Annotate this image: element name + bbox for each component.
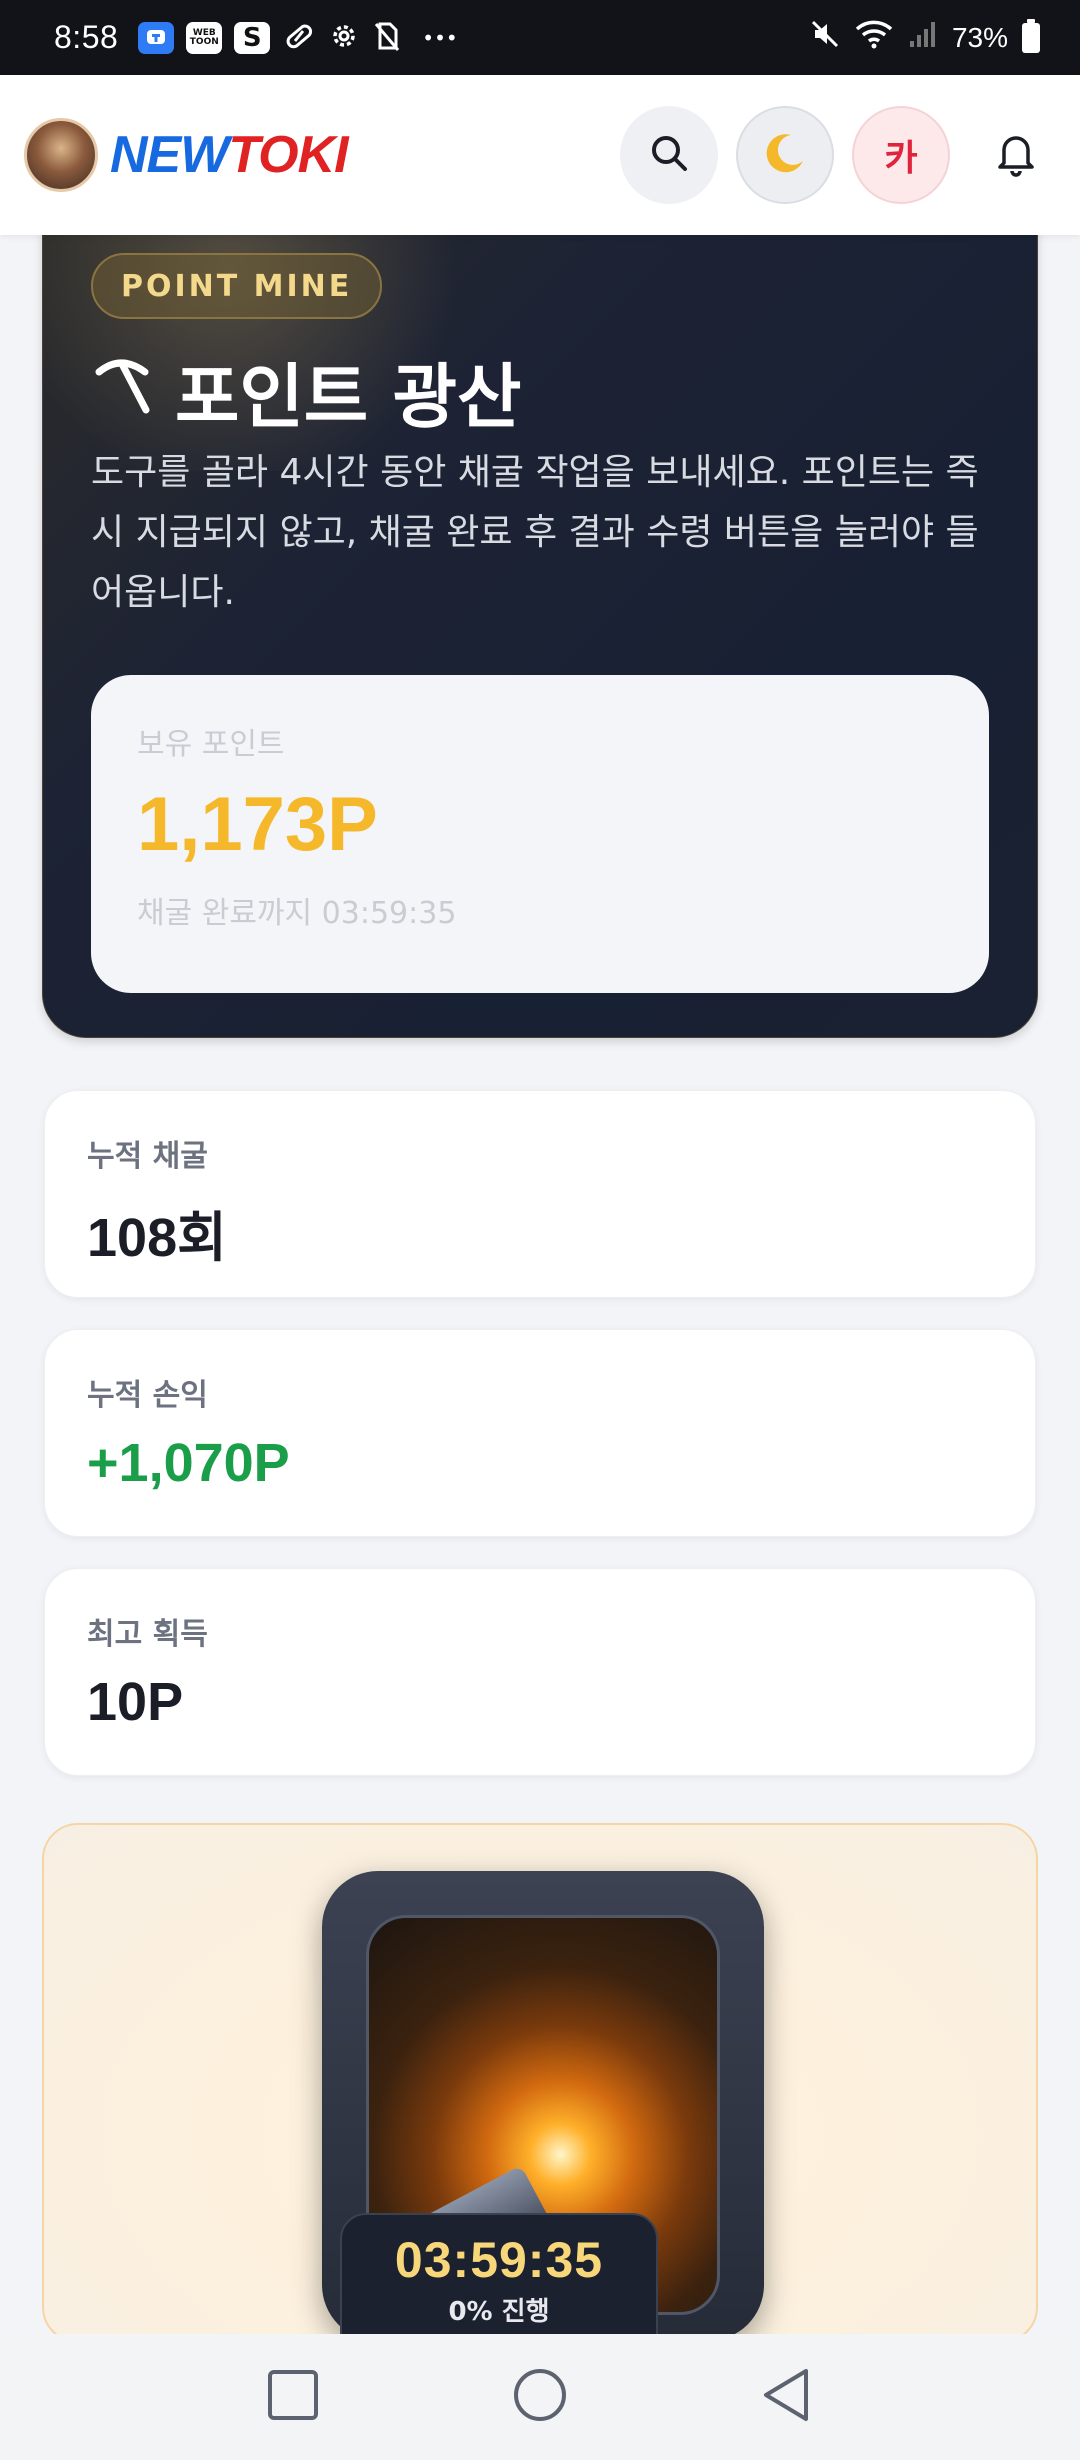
point-mine-badge: POINT MINE xyxy=(91,253,383,319)
point-mine-hero: POINT MINE 포인트 광산 도구를 골라 4시간 동안 채굴 작업을 보… xyxy=(42,150,1038,1038)
no-sim-icon xyxy=(372,20,402,56)
status-bar: 8:58 WEB TOON S ••• 73% xyxy=(0,0,1080,75)
page-title: 포인트 광산 xyxy=(91,341,521,442)
stat-value: +1,070P xyxy=(87,1433,290,1493)
kakao-button[interactable]: 카 xyxy=(852,106,950,204)
battery-icon xyxy=(1022,18,1040,53)
moon-icon xyxy=(761,129,809,181)
hero-description: 도구를 골라 4시간 동안 채굴 작업을 보내세요. 포인트는 즉시 지급되지 … xyxy=(91,452,979,613)
more-icon: ••• xyxy=(422,25,458,50)
brand-part-new: NEW xyxy=(110,126,229,184)
stat-card-total-mining: 누적 채굴 108회 xyxy=(44,1090,1036,1298)
s-app-icon: S xyxy=(234,21,271,54)
status-time: 8:58 xyxy=(54,19,119,55)
search-icon xyxy=(648,132,690,178)
pickaxe-icon xyxy=(91,351,153,433)
mining-timer: 03:59:35 0% 진행 xyxy=(340,2213,658,2343)
mining-timer-value: 03:59:35 xyxy=(394,2232,604,2288)
stat-label: 누적 손익 xyxy=(87,1378,208,1413)
mining-countdown-text: 채굴 완료까지 03:59:35 xyxy=(137,896,457,931)
stat-card-total-profit: 누적 손익 +1,070P xyxy=(44,1329,1036,1537)
back-button[interactable] xyxy=(760,2367,814,2427)
notification-icons: WEB TOON S ••• xyxy=(138,19,458,57)
notifications-button[interactable] xyxy=(976,106,1056,204)
stat-value: 108회 xyxy=(87,1208,227,1268)
battery-percent: 73% xyxy=(951,21,1008,53)
search-button[interactable] xyxy=(620,106,718,204)
talk-app-icon xyxy=(138,21,175,54)
dark-mode-toggle[interactable] xyxy=(736,106,834,204)
points-label: 보유 포인트 xyxy=(137,727,285,762)
signal-icon xyxy=(908,19,938,56)
wifi-icon xyxy=(854,19,894,56)
app-header: NEWTOKI 카 xyxy=(0,75,1080,235)
logo-avatar[interactable] xyxy=(24,118,98,192)
mining-progress-text: 0% 진행 xyxy=(448,2297,550,2327)
gear-icon xyxy=(328,20,360,56)
webtoon-app-icon: WEB TOON xyxy=(186,21,223,54)
brand-part-toki: TOKI xyxy=(228,126,348,184)
stat-value: 10P xyxy=(87,1672,184,1732)
mute-icon xyxy=(810,19,840,56)
home-button[interactable] xyxy=(512,2367,568,2427)
pill-icon xyxy=(282,19,316,57)
points-value: 1,173P xyxy=(137,782,378,867)
recents-button[interactable] xyxy=(266,2368,320,2426)
page-title-text: 포인트 광산 xyxy=(175,356,522,438)
points-summary: 보유 포인트 1,173P 채굴 완료까지 03:59:35 xyxy=(91,675,989,993)
stat-card-best-gain: 최고 획득 10P xyxy=(44,1568,1036,1776)
brand-logo[interactable]: NEWTOKI xyxy=(110,125,349,185)
stat-label: 최고 획득 xyxy=(87,1617,208,1652)
bell-icon xyxy=(994,129,1038,181)
stat-label: 누적 채굴 xyxy=(87,1139,208,1174)
system-nav-bar xyxy=(0,2334,1080,2460)
